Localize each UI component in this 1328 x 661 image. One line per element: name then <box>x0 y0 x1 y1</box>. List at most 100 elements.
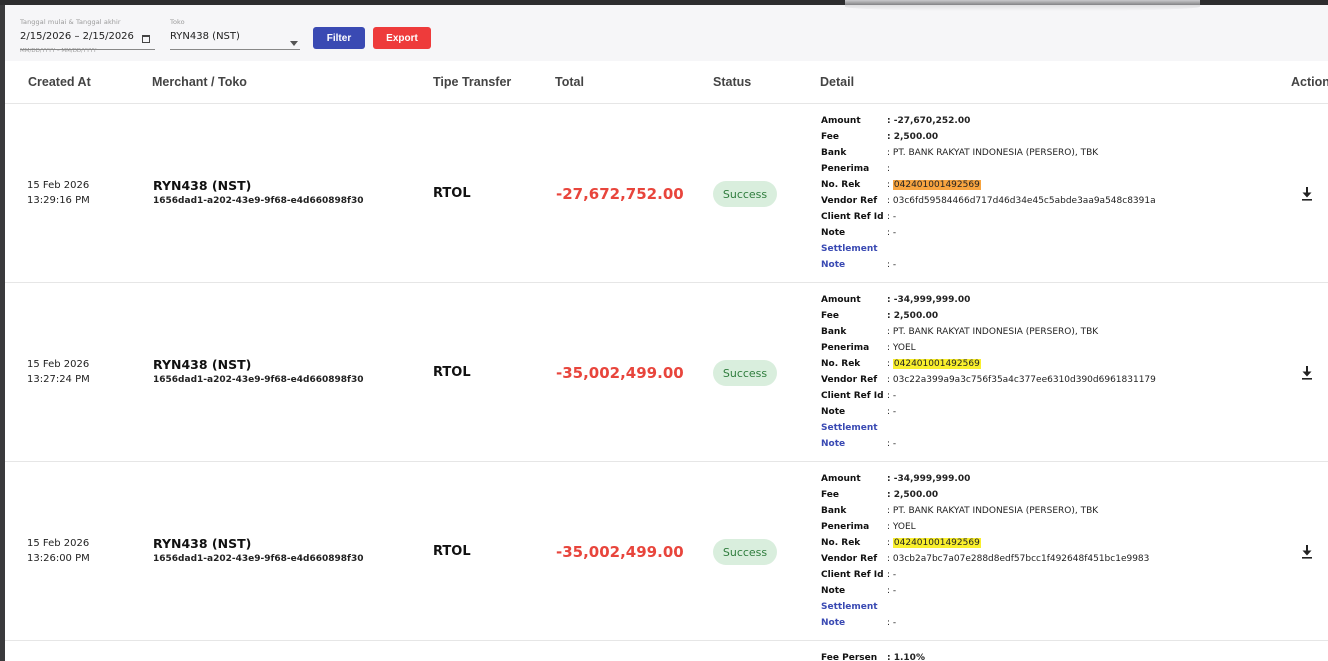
tipe-transfer: RTOL <box>433 186 471 201</box>
detail-amount: : -34,999,999.00 <box>887 295 971 305</box>
column-detail: Detail <box>820 75 855 89</box>
date-range-label: Tanggal mulai & Tanggal akhir <box>20 18 121 26</box>
detail-block: Amount: -34,999,999.00 Fee: 2,500.00 Ban… <box>821 292 1301 452</box>
merchant-name: RYN438 (NST) <box>153 536 252 551</box>
detail-key-penerima: Penerima <box>821 522 870 532</box>
detail-key-fee-persen: Fee Persen <box>821 653 878 661</box>
detail-key-settlement-note: Note <box>821 260 846 270</box>
filter-bar: Tanggal mulai & Tanggal akhir 2/15/2026 … <box>5 5 1328 61</box>
detail-key-vendor-ref: Vendor Ref <box>821 375 878 385</box>
detail-block: Amount: -34,999,999.00 Fee: 2,500.00 Ban… <box>821 471 1301 631</box>
detail-penerima: : YOEL <box>887 343 916 353</box>
export-button[interactable]: Export <box>373 27 431 49</box>
toko-value[interactable]: RYN438 (NST) <box>170 31 300 42</box>
no-rek-highlight: 042401001492569 <box>892 180 981 190</box>
merchant-id: 1656dad1-a202-43e9-9f68-e4d660898f30 <box>153 554 364 564</box>
merchant-name: RYN438 (NST) <box>153 178 252 193</box>
download-icon[interactable] <box>1301 544 1313 560</box>
detail-key-note: Note <box>821 586 846 596</box>
column-merchant: Merchant / Toko <box>152 75 247 89</box>
calendar-icon[interactable] <box>142 35 150 43</box>
download-icon[interactable] <box>1301 186 1313 202</box>
detail-fee-persen: : 1.10% <box>887 653 925 661</box>
table-row: 15 Feb 2026 13:27:24 PM RYN438 (NST) 165… <box>5 283 1328 462</box>
detail-bank: : PT. BANK RAKYAT INDONESIA (PERSERO), T… <box>887 506 1099 516</box>
column-total: Total <box>555 75 584 89</box>
detail-no-rek: : 042401001492569 <box>887 359 981 369</box>
detail-key-penerima: Penerima <box>821 343 870 353</box>
detail-amount: : -27,670,252.00 <box>887 116 971 126</box>
detail-note: : - <box>887 228 897 238</box>
column-created-at: Created At <box>28 75 91 89</box>
column-status: Status <box>713 75 752 89</box>
total-amount: -35,002,499.00 <box>556 364 684 382</box>
download-icon[interactable] <box>1301 365 1313 381</box>
date-range-value[interactable]: 2/15/2026 – 2/15/2026 <box>20 31 155 42</box>
detail-key-note: Note <box>821 407 846 417</box>
total-amount: -27,672,752.00 <box>556 185 684 203</box>
detail-key-note: Note <box>821 228 846 238</box>
detail-key-no-rek: No. Rek <box>821 359 861 369</box>
toko-label: Toko <box>170 18 185 26</box>
detail-key-fee: Fee <box>821 132 839 142</box>
detail-key-vendor-ref: Vendor Ref <box>821 196 878 206</box>
detail-key-settlement-note: Note <box>821 618 846 628</box>
detail-client-ref: : - <box>887 391 897 401</box>
detail-key-settlement-note: Note <box>821 439 846 449</box>
tipe-transfer: RTOL <box>433 544 471 559</box>
created-at: 15 Feb 2026 13:26:00 PM <box>27 536 90 566</box>
created-time: 13:26:00 PM <box>27 553 90 564</box>
detail-key-client-ref: Client Ref Id <box>821 212 884 222</box>
detail-client-ref: : - <box>887 212 897 222</box>
detail-settlement-note: : - <box>887 439 897 449</box>
created-date: 15 Feb 2026 <box>27 359 90 370</box>
detail-penerima: : <box>887 164 891 174</box>
toko-select[interactable]: Toko RYN438 (NST) <box>170 18 300 42</box>
date-range-underline <box>20 49 155 50</box>
no-rek-highlight: 042401001492569 <box>892 538 981 548</box>
detail-key-fee: Fee <box>821 311 839 321</box>
detail-key-penerima: Penerima <box>821 164 870 174</box>
chevron-down-icon[interactable] <box>290 41 298 46</box>
merchant-name: RYN438 (NST) <box>153 357 252 372</box>
merchant-id: 1656dad1-a202-43e9-9f68-e4d660898f30 <box>153 375 364 385</box>
transactions-table: Created At Merchant / Toko Tipe Transfer… <box>5 61 1328 661</box>
table-header: Created At Merchant / Toko Tipe Transfer… <box>5 61 1328 104</box>
detail-key-settlement: Settlement <box>821 602 878 612</box>
detail-bank: : PT. BANK RAKYAT INDONESIA (PERSERO), T… <box>887 148 1099 158</box>
detail-key-settlement: Settlement <box>821 423 878 433</box>
detail-fee: : 2,500.00 <box>887 311 939 321</box>
detail-no-rek: : 042401001492569 <box>887 180 981 190</box>
status-badge: Success <box>713 360 777 386</box>
detail-no-rek: : 042401001492569 <box>887 538 981 548</box>
tipe-transfer: RTOL <box>433 365 471 380</box>
detail-note: : - <box>887 586 897 596</box>
created-date: 15 Feb 2026 <box>27 538 90 549</box>
detail-key-bank: Bank <box>821 148 847 158</box>
created-at: 15 Feb 2026 13:27:24 PM <box>27 357 90 387</box>
detail-key-client-ref: Client Ref Id <box>821 570 884 580</box>
detail-key-no-rek: No. Rek <box>821 180 861 190</box>
filter-button[interactable]: Filter <box>313 27 365 49</box>
detail-vendor-ref: : 03c22a399a9a3c756f35a4c377ee6310d390d6… <box>887 375 1156 385</box>
detail-key-client-ref: Client Ref Id <box>821 391 884 401</box>
detail-fee: : 2,500.00 <box>887 490 939 500</box>
no-rek-highlight: 042401001492569 <box>892 359 981 369</box>
detail-settlement-note: : - <box>887 618 897 628</box>
detail-vendor-ref: : 03cb2a7bc7a07e288d8edf57bcc1f492648f45… <box>887 554 1150 564</box>
created-time: 13:29:16 PM <box>27 195 90 206</box>
table-row: 15 Feb 2026 13:29:16 PM RYN438 (NST) 165… <box>5 104 1328 283</box>
detail-key-no-rek: No. Rek <box>821 538 861 548</box>
status-badge: Success <box>713 539 777 565</box>
created-date: 15 Feb 2026 <box>27 180 90 191</box>
detail-key-amount: Amount <box>821 295 861 305</box>
detail-client-ref: : - <box>887 570 897 580</box>
merchant-id: 1656dad1-a202-43e9-9f68-e4d660898f30 <box>153 196 364 206</box>
total-amount: -35,002,499.00 <box>556 543 684 561</box>
created-time: 13:27:24 PM <box>27 374 90 385</box>
detail-settlement-note: : - <box>887 260 897 270</box>
column-tipe-transfer: Tipe Transfer <box>433 75 512 89</box>
detail-block: Amount: -27,670,252.00 Fee: 2,500.00 Ban… <box>821 113 1301 273</box>
detail-key-amount: Amount <box>821 474 861 484</box>
detail-note: : - <box>887 407 897 417</box>
